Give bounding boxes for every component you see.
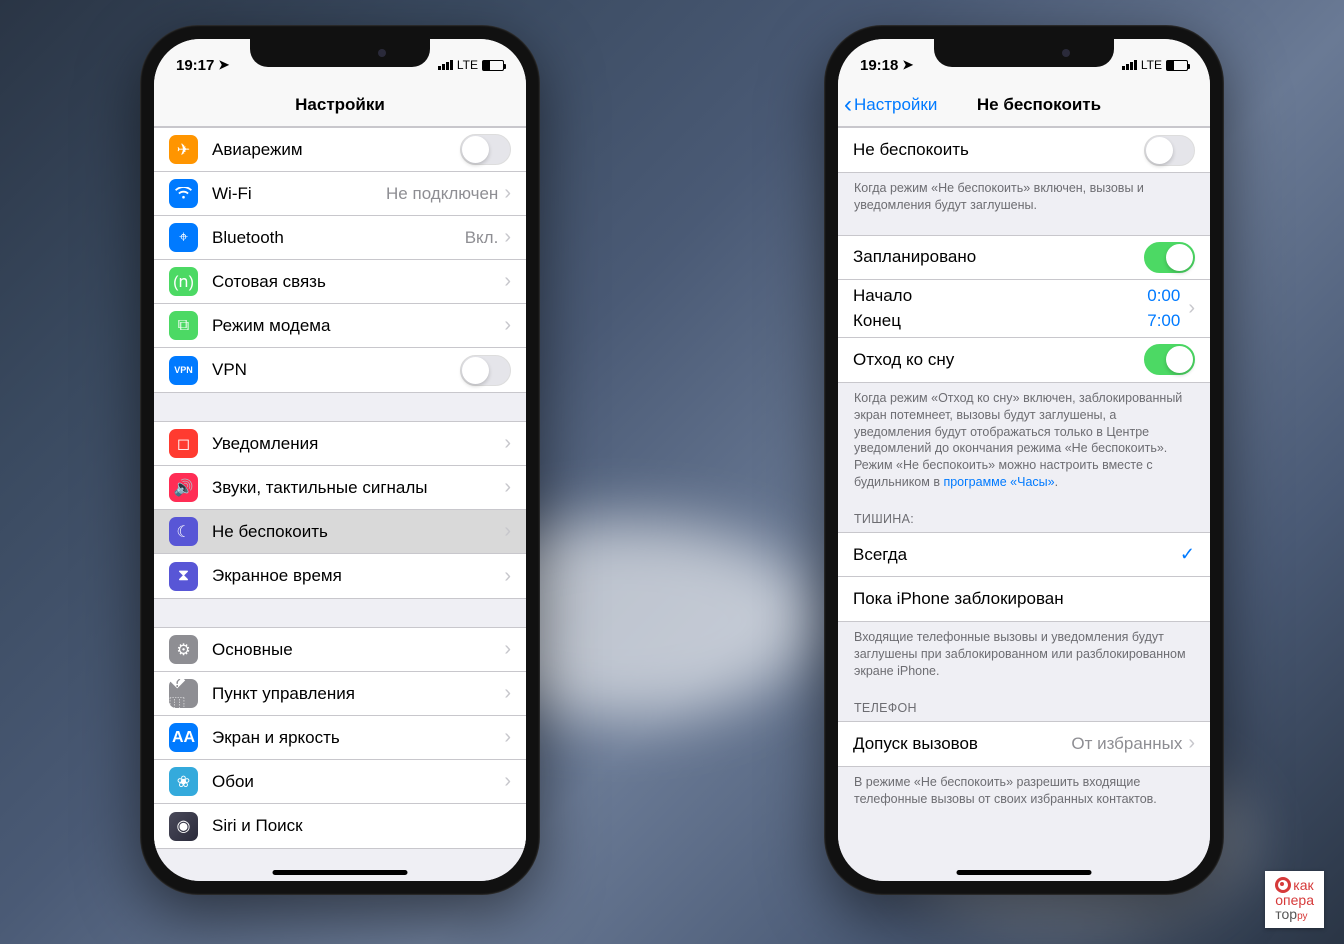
signal-icon bbox=[1122, 60, 1137, 70]
chevron-right-icon: › bbox=[504, 565, 511, 588]
row-notifications[interactable]: ◻ Уведомления › bbox=[154, 422, 526, 466]
notch bbox=[250, 39, 430, 67]
row-display[interactable]: AA Экран и яркость › bbox=[154, 716, 526, 760]
vpn-icon: VPN bbox=[169, 356, 198, 385]
airplane-icon: ✈ bbox=[169, 135, 198, 164]
notch bbox=[934, 39, 1114, 67]
vpn-toggle[interactable] bbox=[460, 355, 511, 386]
speaker-icon: 🔊 bbox=[169, 473, 198, 502]
chevron-right-icon: › bbox=[504, 520, 511, 543]
link-icon: ⧉ bbox=[169, 311, 198, 340]
row-control-center[interactable]: �⿲ Пункт управления › bbox=[154, 672, 526, 716]
chevron-left-icon: ‹ bbox=[844, 93, 852, 117]
silence-header: ТИШИНА: bbox=[838, 498, 1210, 532]
row-airplane[interactable]: ✈ Авиарежим bbox=[154, 128, 526, 172]
row-general[interactable]: ⚙ Основные › bbox=[154, 628, 526, 672]
allow-footer: В режиме «Не беспокоить» разрешить входя… bbox=[838, 767, 1210, 815]
scheduled-toggle[interactable] bbox=[1144, 242, 1195, 273]
row-silence-always[interactable]: Всегда ✓ bbox=[838, 533, 1210, 577]
signal-icon bbox=[438, 60, 453, 70]
bell-icon: ◻ bbox=[169, 429, 198, 458]
chevron-right-icon: › bbox=[504, 476, 511, 499]
nav-title: Не беспокоить bbox=[977, 95, 1101, 115]
navbar: Настройки bbox=[154, 83, 526, 127]
wifi-icon bbox=[169, 179, 198, 208]
chevron-right-icon: › bbox=[504, 682, 511, 705]
chevron-right-icon: › bbox=[504, 270, 511, 293]
moon-icon: ☾ bbox=[169, 517, 198, 546]
clock-app-link[interactable]: программе «Часы» bbox=[943, 475, 1054, 489]
text-icon: AA bbox=[169, 723, 198, 752]
row-scheduled[interactable]: Запланировано bbox=[838, 236, 1210, 280]
siri-icon: ◉ bbox=[169, 812, 198, 841]
row-schedule-time[interactable]: Начало0:00 Конец7:00 › bbox=[838, 280, 1210, 338]
dnd-toggle[interactable] bbox=[1144, 135, 1195, 166]
row-dnd[interactable]: ☾ Не беспокоить › bbox=[154, 510, 526, 554]
status-time: 19:18 bbox=[860, 57, 898, 74]
nav-title: Настройки bbox=[295, 95, 385, 115]
flower-icon: ❀ bbox=[169, 767, 198, 796]
chevron-right-icon: › bbox=[504, 726, 511, 749]
location-icon: ➤ bbox=[218, 57, 229, 73]
row-screentime[interactable]: ⧗ Экранное время › bbox=[154, 554, 526, 598]
status-time: 19:17 bbox=[176, 57, 214, 74]
bluetooth-icon: ⌖ bbox=[169, 223, 198, 252]
chevron-right-icon: › bbox=[504, 432, 511, 455]
bedtime-toggle[interactable] bbox=[1144, 344, 1195, 375]
back-button[interactable]: ‹ Настройки bbox=[844, 93, 937, 117]
home-indicator[interactable] bbox=[273, 870, 408, 875]
row-allow-calls[interactable]: Допуск вызовов От избранных › bbox=[838, 722, 1210, 766]
phone-header: ТЕЛЕФОН bbox=[838, 687, 1210, 721]
chevron-right-icon: › bbox=[504, 226, 511, 249]
chevron-right-icon: › bbox=[504, 314, 511, 337]
phone-right: 19:18 ➤ LTE ‹ Настройки Не беспокоить bbox=[824, 25, 1224, 895]
chevron-right-icon: › bbox=[504, 638, 511, 661]
phone-left: 19:17 ➤ LTE Настройки ✈ Авиарежим bbox=[140, 25, 540, 895]
dnd-footer: Когда режим «Не беспокоить» включен, выз… bbox=[838, 173, 1210, 221]
airplane-toggle[interactable] bbox=[460, 134, 511, 165]
hourglass-icon: ⧗ bbox=[169, 562, 198, 591]
watermark: как опера торру bbox=[1265, 871, 1324, 928]
row-bedtime[interactable]: Отход ко сну bbox=[838, 338, 1210, 382]
dnd-settings[interactable]: Не беспокоить Когда режим «Не беспокоить… bbox=[838, 127, 1210, 881]
chevron-right-icon: › bbox=[1188, 297, 1195, 320]
bedtime-footer: Когда режим «Отход ко сну» включен, забл… bbox=[838, 383, 1210, 498]
location-icon: ➤ bbox=[902, 57, 913, 73]
navbar: ‹ Настройки Не беспокоить bbox=[838, 83, 1210, 127]
settings-list[interactable]: ✈ Авиарежим Wi-Fi Не подключен › ⌖ Bluet… bbox=[154, 127, 526, 881]
silence-footer: Входящие телефонные вызовы и уведомления… bbox=[838, 622, 1210, 687]
chevron-right-icon: › bbox=[504, 770, 511, 793]
row-siri[interactable]: ◉ Siri и Поиск bbox=[154, 804, 526, 848]
network-label: LTE bbox=[457, 58, 478, 72]
row-silence-locked[interactable]: Пока iPhone заблокирован bbox=[838, 577, 1210, 621]
row-vpn[interactable]: VPN VPN bbox=[154, 348, 526, 392]
home-indicator[interactable] bbox=[957, 870, 1092, 875]
row-sounds[interactable]: 🔊 Звуки, тактильные сигналы › bbox=[154, 466, 526, 510]
chevron-right-icon: › bbox=[504, 182, 511, 205]
row-cellular[interactable]: (ո) Сотовая связь › bbox=[154, 260, 526, 304]
row-wallpaper[interactable]: ❀ Обои › bbox=[154, 760, 526, 804]
battery-icon bbox=[482, 60, 504, 71]
antenna-icon: (ո) bbox=[169, 267, 198, 296]
row-bluetooth[interactable]: ⌖ Bluetooth Вкл. › bbox=[154, 216, 526, 260]
checkmark-icon: ✓ bbox=[1180, 544, 1195, 565]
row-hotspot[interactable]: ⧉ Режим модема › bbox=[154, 304, 526, 348]
sliders-icon: �⿲ bbox=[169, 679, 198, 708]
battery-icon bbox=[1166, 60, 1188, 71]
gear-icon: ⚙ bbox=[169, 635, 198, 664]
row-wifi[interactable]: Wi-Fi Не подключен › bbox=[154, 172, 526, 216]
chevron-right-icon: › bbox=[1188, 732, 1195, 755]
row-dnd-main[interactable]: Не беспокоить bbox=[838, 128, 1210, 172]
network-label: LTE bbox=[1141, 58, 1162, 72]
